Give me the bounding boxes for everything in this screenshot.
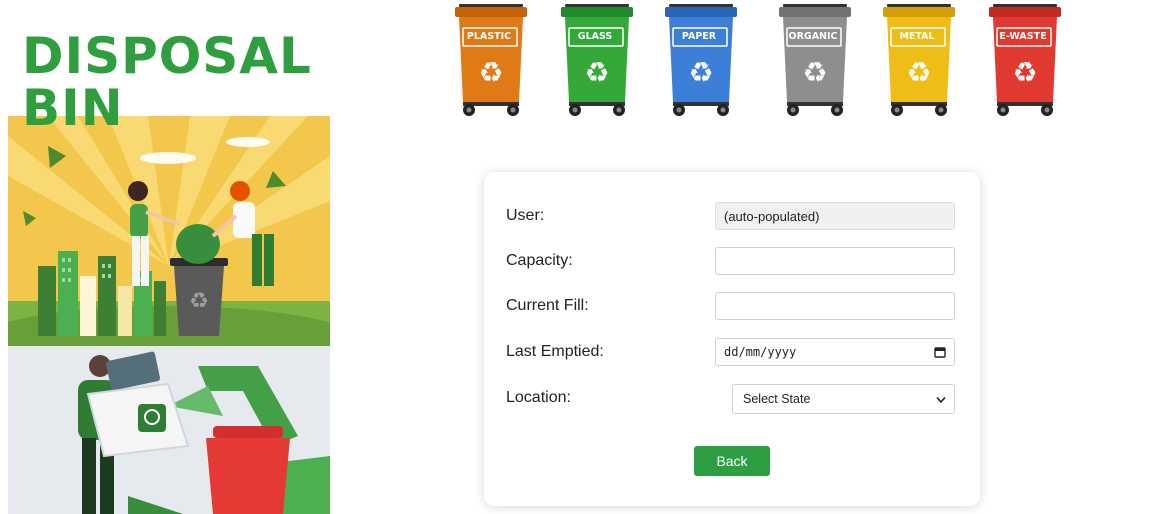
current-fill-input[interactable] [715,292,955,320]
svg-text:♻: ♻ [584,56,609,89]
capacity-label: Capacity: [506,252,573,269]
last-emptied-date-input[interactable]: dd/mm/yyyy [715,338,955,366]
svg-text:♻: ♻ [688,56,713,89]
paper-bin-icon: ♻ PAPER [663,4,739,118]
location-label: Location: [506,389,571,406]
back-button[interactable]: Back [694,446,770,476]
location-row: Location: Select State [506,384,958,414]
last-emptied-placeholder: dd/mm/yyyy [724,345,797,359]
bin-label: ORGANIC [788,31,838,42]
user-row: User: (auto-populated) [506,202,958,232]
metal-bin-icon: ♻ METAL [881,4,957,118]
organic-bin-icon: ♻ ORGANIC [777,4,853,118]
bin-label: PAPER [681,31,717,42]
capacity-input[interactable] [715,247,955,275]
current-fill-label: Current Fill: [506,297,589,314]
waste-category-bins: ♻ PLASTIC ♻ GLASS ♻ PAPER ♻ ORGANIC ♻ METAL ♻… [445,0,1085,128]
disposal-bin-poster: DISPOSAL BIN ♻ [0,0,335,514]
user-value: (auto-populated) [724,209,820,224]
bin-label: GLASS [577,31,613,42]
svg-text:♻: ♻ [906,56,931,89]
bin-label: PLASTIC [466,31,512,42]
recycling-people-illustration: ♻ [8,116,330,346]
svg-text:♻: ♻ [802,56,827,89]
location-select[interactable]: Select State [732,384,955,414]
bin-label: METAL [899,31,935,42]
svg-text:♻: ♻ [1012,56,1037,89]
svg-text:♻: ♻ [189,289,209,314]
chevron-down-icon [936,396,946,404]
bin-details-form: User: (auto-populated) Capacity: Current… [484,172,980,506]
calendar-icon[interactable] [934,346,946,358]
capacity-row: Capacity: [506,247,958,277]
glass-bin-icon: ♻ GLASS [559,4,635,118]
svg-text:♻: ♻ [478,56,503,89]
location-selected-value: Select State [743,392,811,406]
last-emptied-label: Last Emptied: [506,343,604,360]
poster-title: DISPOSAL BIN [22,27,312,137]
last-emptied-row: Last Emptied: dd/mm/yyyy [506,338,958,368]
bin-label: E-WASTE [999,31,1047,42]
recycling-box-illustration [8,346,330,514]
user-label: User: [506,207,545,224]
plastic-bin-icon: ♻ PLASTIC [453,4,529,118]
user-field: (auto-populated) [715,202,955,230]
current-fill-row: Current Fill: [506,292,958,322]
e-waste-bin-icon: ♻ E-WASTE [987,4,1063,118]
